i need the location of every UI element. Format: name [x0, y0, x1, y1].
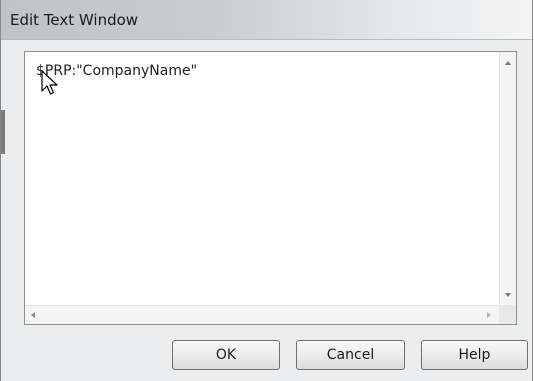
- scroll-right-icon[interactable]: [487, 312, 491, 318]
- scroll-down-icon[interactable]: [505, 293, 511, 297]
- title-bar[interactable]: Edit Text Window: [1, 0, 532, 40]
- window-edge-marker: [1, 110, 5, 154]
- editor-text[interactable]: $PRP:"CompanyName": [36, 63, 197, 79]
- edit-text-dialog: Edit Text Window $PRP:"CompanyName" OK C…: [0, 0, 533, 381]
- text-editor[interactable]: $PRP:"CompanyName": [24, 51, 517, 325]
- ok-button[interactable]: OK: [172, 340, 280, 370]
- scroll-up-icon[interactable]: [505, 61, 511, 65]
- window-title: Edit Text Window: [10, 11, 139, 29]
- vertical-scrollbar[interactable]: [499, 52, 516, 306]
- horizontal-scrollbar[interactable]: [25, 305, 499, 324]
- scroll-left-icon[interactable]: [31, 312, 35, 318]
- cancel-button[interactable]: Cancel: [296, 340, 405, 370]
- help-button[interactable]: Help: [421, 340, 528, 370]
- mouse-pointer-icon: [41, 70, 58, 95]
- scrollbar-corner: [499, 305, 516, 324]
